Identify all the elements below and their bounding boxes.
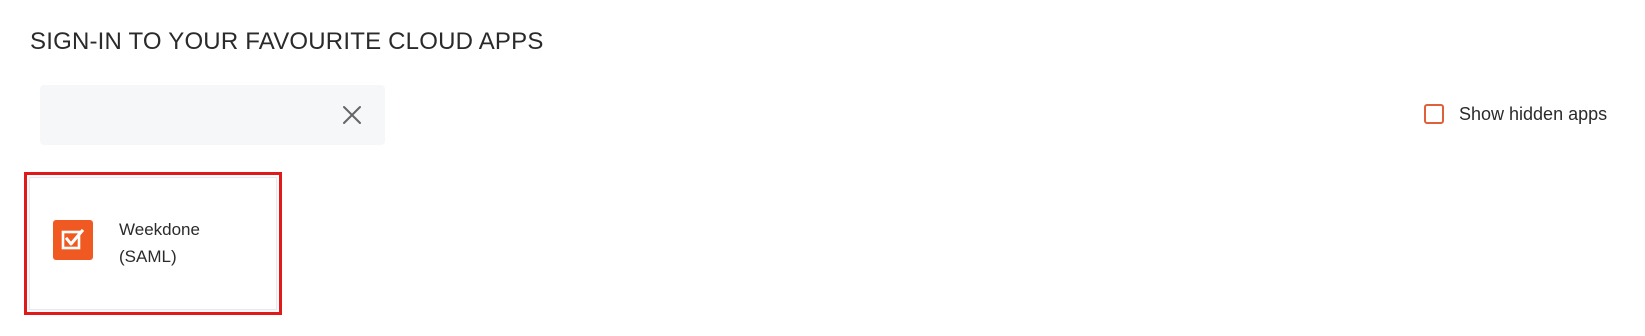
show-hidden-apps-toggle[interactable]: Show hidden apps bbox=[1424, 102, 1607, 126]
show-hidden-apps-label: Show hidden apps bbox=[1459, 103, 1608, 124]
app-card-weekdone[interactable]: Weekdone (SAML) bbox=[29, 177, 277, 310]
checkbox-checked-icon bbox=[61, 228, 85, 250]
app-name: Weekdone (SAML) bbox=[119, 216, 259, 270]
show-hidden-apps-checkbox[interactable] bbox=[1424, 104, 1444, 124]
search-input[interactable] bbox=[56, 85, 360, 147]
app-name-line1: Weekdone bbox=[119, 220, 200, 239]
close-icon[interactable] bbox=[340, 103, 364, 127]
search-box bbox=[40, 85, 385, 147]
page-title: SIGN-IN TO YOUR FAVOURITE CLOUD APPS bbox=[30, 28, 544, 55]
app-logo bbox=[53, 220, 93, 260]
app-name-line2: (SAML) bbox=[119, 247, 177, 266]
app-launcher-page: SIGN-IN TO YOUR FAVOURITE CLOUD APPS Sho… bbox=[0, 0, 1645, 336]
